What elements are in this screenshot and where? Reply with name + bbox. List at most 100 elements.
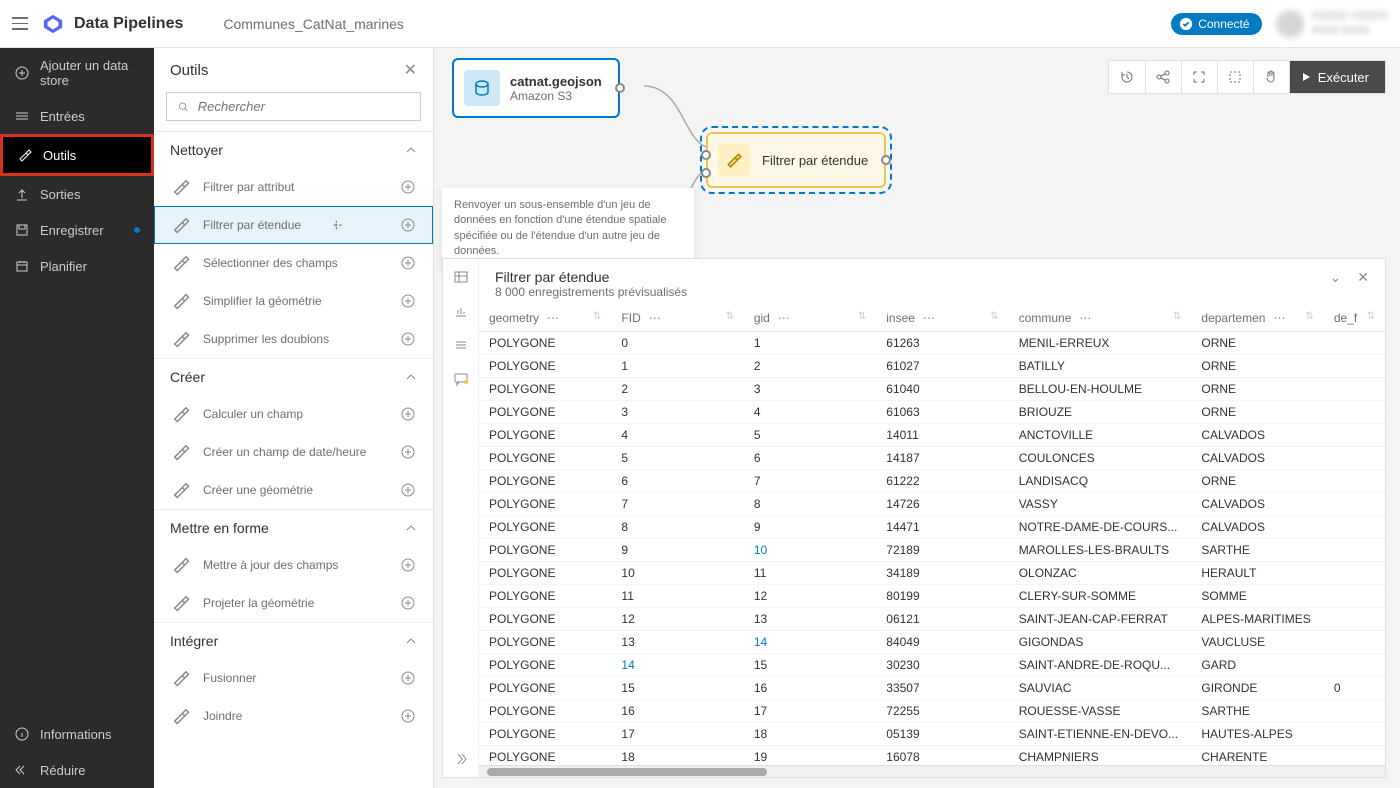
table-cell: SAINT-ANDRE-DE-ROQU... [1009, 654, 1192, 677]
hamburger-menu-icon[interactable] [12, 16, 28, 32]
table-cell: 13 [744, 608, 876, 631]
pipeline-name[interactable]: Communes_CatNat_marines [223, 16, 404, 32]
add-icon[interactable] [400, 331, 416, 347]
section-format[interactable]: Mettre en forme [154, 510, 433, 546]
table-icon[interactable] [453, 269, 469, 285]
table-row[interactable]: POLYGONE8914471NOTRE-DAME-DE-COURS...CAL… [479, 516, 1385, 539]
sidebar-item-outputs[interactable]: Sorties [0, 176, 154, 212]
column-header[interactable]: geometry⇅⋯ [479, 305, 611, 332]
add-icon[interactable] [400, 482, 416, 498]
section-create[interactable]: Créer [154, 359, 433, 395]
share-button[interactable] [1145, 61, 1181, 93]
add-icon[interactable] [400, 217, 416, 233]
canvas-node-input[interactable]: catnat.geojson Amazon S3 [452, 58, 620, 118]
table-row[interactable]: POLYGONE161772255ROUESSE-VASSESARTHE [479, 700, 1385, 723]
sidebar-item-info[interactable]: Informations [0, 716, 154, 752]
message-icon[interactable] [453, 371, 469, 387]
preview-table-wrap[interactable]: geometry⇅⋯FID⇅⋯gid⇅⋯insee⇅⋯commune⇅⋯depa… [479, 305, 1385, 765]
sidebar-item-add-datastore[interactable]: Ajouter un data store [0, 48, 154, 98]
expand-icon[interactable] [453, 751, 469, 767]
sidebar-item-save[interactable]: Enregistrer [0, 212, 154, 248]
table-row[interactable]: POLYGONE1261027BATILLYORNE [479, 355, 1385, 378]
add-icon[interactable] [400, 406, 416, 422]
connector-dot[interactable] [881, 155, 891, 165]
add-icon[interactable] [400, 670, 416, 686]
section-clean[interactable]: Nettoyer [154, 132, 433, 168]
pan-button[interactable] [1253, 61, 1289, 93]
chart-icon[interactable] [453, 303, 469, 319]
tool-item-simplify_geom[interactable]: Simplifier la géométrie [154, 282, 433, 320]
table-cell [1324, 424, 1385, 447]
canvas-node-filter[interactable]: Filtrer par étendue [706, 132, 886, 188]
column-header[interactable]: departemen⇅⋯ [1191, 305, 1323, 332]
table-row[interactable]: POLYGONE5614187COULONCESCALVADOS [479, 447, 1385, 470]
tool-item-create_datetime[interactable]: Créer un champ de date/heure [154, 433, 433, 471]
add-icon[interactable] [400, 557, 416, 573]
connected-badge[interactable]: Connecté [1171, 13, 1261, 35]
search-input[interactable] [198, 99, 410, 114]
table-row[interactable]: POLYGONE91072189MAROLLES-LES-BRAULTSSART… [479, 539, 1385, 562]
tools-search[interactable] [166, 92, 421, 121]
column-header[interactable]: commune⇅⋯ [1009, 305, 1192, 332]
table-row[interactable]: POLYGONE7814726VASSYCALVADOS [479, 493, 1385, 516]
user-menu[interactable]: XXXXX XXXXXxxxxx xxxxx [1276, 10, 1388, 38]
add-icon[interactable] [400, 255, 416, 271]
collapse-down-icon[interactable]: ⌄ [1330, 269, 1342, 286]
add-icon[interactable] [400, 444, 416, 460]
table-row[interactable]: POLYGONE2361040BELLOU-EN-HOULMEORNE [479, 378, 1385, 401]
table-cell: ANCTOVILLE [1009, 424, 1192, 447]
table-row[interactable]: POLYGONE121306121SAINT-JEAN-CAP-FERRATAL… [479, 608, 1385, 631]
tool-item-update_fields[interactable]: Mettre à jour des champs [154, 546, 433, 584]
section-integrate[interactable]: Intégrer [154, 623, 433, 659]
list-icon[interactable] [453, 337, 469, 353]
table-row[interactable]: POLYGONE151633507SAUVIACGIRONDE0 [479, 677, 1385, 700]
history-button[interactable] [1109, 61, 1145, 93]
table-cell [1324, 723, 1385, 746]
add-icon[interactable] [400, 595, 416, 611]
tool-item-merge[interactable]: Fusionner [154, 659, 433, 697]
pipeline-canvas[interactable]: catnat.geojson Amazon S3 Filtrer par éte… [434, 48, 1400, 788]
connector-dot[interactable] [701, 168, 711, 178]
table-row[interactable]: POLYGONE6761222LANDISACQORNE [479, 470, 1385, 493]
table-row[interactable]: POLYGONE181916078CHAMPNIERSCHARENTE [479, 746, 1385, 766]
column-header[interactable]: gid⇅⋯ [744, 305, 876, 332]
table-cell [1324, 585, 1385, 608]
tool-item-create_geom[interactable]: Créer une géométrie [154, 471, 433, 509]
sidebar-item-collapse[interactable]: Réduire [0, 752, 154, 788]
horizontal-scrollbar[interactable] [479, 765, 1385, 777]
add-icon[interactable] [400, 293, 416, 309]
execute-button[interactable]: Exécuter [1289, 61, 1385, 93]
table-row[interactable]: POLYGONE141530230SAINT-ANDRE-DE-ROQU...G… [479, 654, 1385, 677]
sidebar-item-schedule[interactable]: Planifier [0, 248, 154, 284]
column-header[interactable]: de_f⇅ [1324, 305, 1385, 332]
select-button[interactable] [1217, 61, 1253, 93]
table-row[interactable]: POLYGONE101134189OLONZACHERAULT [479, 562, 1385, 585]
table-row[interactable]: POLYGONE0161263MENIL-ERREUXORNE [479, 332, 1385, 355]
sidebar-item-inputs[interactable]: Entrées [0, 98, 154, 134]
table-cell: GIRONDE [1191, 677, 1323, 700]
table-row[interactable]: POLYGONE4514011ANCTOVILLECALVADOS [479, 424, 1385, 447]
preview-subtitle: 8 000 enregistrements prévisualisés [495, 285, 687, 299]
connector-dot[interactable] [615, 83, 625, 93]
add-icon[interactable] [400, 179, 416, 195]
table-cell: 8 [744, 493, 876, 516]
tool-item-remove_dup[interactable]: Supprimer les doublons [154, 320, 433, 358]
tool-item-filter_extent[interactable]: Filtrer par étendue [154, 206, 433, 244]
add-icon[interactable] [400, 708, 416, 724]
fullscreen-button[interactable] [1181, 61, 1217, 93]
connector-dot[interactable] [701, 150, 711, 160]
tool-item-join[interactable]: Joindre [154, 697, 433, 735]
table-row[interactable]: POLYGONE131484049GIGONDASVAUCLUSE [479, 631, 1385, 654]
tool-item-filter_attr[interactable]: Filtrer par attribut [154, 168, 433, 206]
tool-item-calc_field[interactable]: Calculer un champ [154, 395, 433, 433]
table-row[interactable]: POLYGONE171805139SAINT-ETIENNE-EN-DEVO..… [479, 723, 1385, 746]
tool-item-project_geom[interactable]: Projeter la géométrie [154, 584, 433, 622]
close-preview-icon[interactable]: ✕ [1357, 269, 1369, 286]
column-header[interactable]: insee⇅⋯ [876, 305, 1008, 332]
tool-item-select_fields[interactable]: Sélectionner des champs [154, 244, 433, 282]
table-row[interactable]: POLYGONE3461063BRIOUZEORNE [479, 401, 1385, 424]
close-icon[interactable]: ✕ [404, 60, 417, 80]
column-header[interactable]: FID⇅⋯ [611, 305, 743, 332]
table-row[interactable]: POLYGONE111280199CLERY-SUR-SOMMESOMME [479, 585, 1385, 608]
sidebar-item-tools[interactable]: Outils [0, 134, 154, 176]
